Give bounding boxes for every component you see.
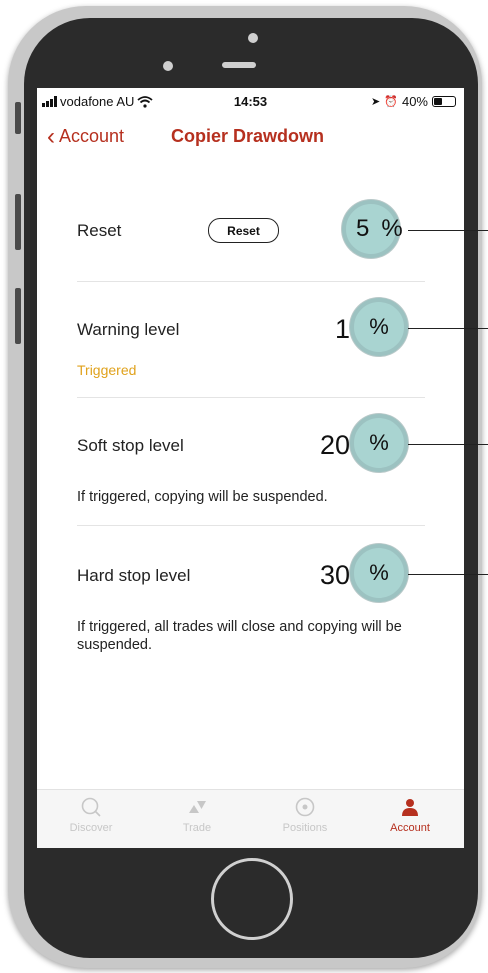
volume-up-button bbox=[15, 194, 21, 250]
mute-switch bbox=[15, 102, 21, 134]
hard-stop-description: If triggered, all trades will close and … bbox=[77, 619, 402, 653]
account-icon bbox=[365, 796, 455, 822]
app-screen: vodafone AU 14:53 ➤ ⏰ 40% ‹ Account Copi… bbox=[37, 88, 464, 848]
warning-value[interactable]: 1 bbox=[290, 314, 350, 345]
warning-level-label: Warning level bbox=[77, 320, 180, 339]
chevron-left-icon: ‹ bbox=[47, 122, 55, 150]
tab-positions[interactable]: Positions bbox=[260, 796, 350, 834]
location-icon: ➤ bbox=[371, 96, 381, 108]
battery-icon bbox=[432, 96, 456, 107]
callout-line bbox=[408, 328, 488, 329]
warning-status-badge: Triggered bbox=[77, 362, 137, 378]
tab-label: Trade bbox=[182, 822, 212, 834]
alarm-icon: ⏰ bbox=[384, 96, 398, 108]
positions-icon bbox=[260, 796, 350, 822]
soft-stop-description: If triggered, copying will be suspended. bbox=[77, 489, 328, 505]
proximity-sensor bbox=[163, 61, 173, 71]
soft-stop-unit[interactable]: % bbox=[350, 414, 408, 472]
status-bar: vodafone AU 14:53 ➤ ⏰ 40% bbox=[37, 88, 464, 116]
volume-down-button bbox=[15, 288, 21, 344]
soft-stop-value[interactable]: 20 bbox=[290, 430, 350, 461]
tab-label: Positions bbox=[282, 822, 328, 834]
back-button[interactable]: ‹ Account bbox=[47, 122, 125, 150]
warning-unit[interactable]: % bbox=[350, 298, 408, 356]
reset-label: Reset bbox=[77, 221, 122, 240]
page-title: Copier Drawdown bbox=[171, 126, 325, 146]
divider bbox=[77, 281, 425, 282]
navigation-bar: ‹ Account Copier Drawdown bbox=[37, 124, 464, 154]
tab-label: Discover bbox=[69, 822, 113, 834]
hard-stop-label: Hard stop level bbox=[77, 566, 191, 585]
divider bbox=[77, 525, 425, 526]
tab-label: Account bbox=[390, 822, 430, 834]
tab-account[interactable]: Account bbox=[365, 796, 455, 834]
callout-line bbox=[408, 574, 488, 575]
reset-value-field[interactable]: 5 % bbox=[342, 200, 403, 258]
soft-stop-label: Soft stop level bbox=[77, 436, 184, 455]
tab-bar: Discover Trade Positions Account bbox=[37, 789, 464, 848]
reset-button[interactable]: Reset bbox=[208, 218, 279, 243]
divider bbox=[77, 397, 425, 398]
tab-trade[interactable]: Trade bbox=[152, 796, 242, 834]
earpiece-speaker bbox=[222, 62, 256, 68]
reset-value: 5 bbox=[356, 215, 370, 242]
callout-line bbox=[408, 230, 488, 231]
front-camera bbox=[248, 33, 258, 43]
battery-percent: 40% bbox=[401, 94, 428, 109]
search-icon bbox=[46, 796, 136, 822]
home-button[interactable] bbox=[211, 858, 293, 940]
tab-discover[interactable]: Discover bbox=[46, 796, 136, 834]
reset-unit: % bbox=[381, 215, 403, 242]
callout-line bbox=[408, 444, 488, 445]
hard-stop-value[interactable]: 30 bbox=[290, 560, 350, 591]
back-label: Account bbox=[59, 126, 125, 146]
hard-stop-unit[interactable]: % bbox=[350, 544, 408, 602]
trade-icon bbox=[152, 796, 242, 822]
